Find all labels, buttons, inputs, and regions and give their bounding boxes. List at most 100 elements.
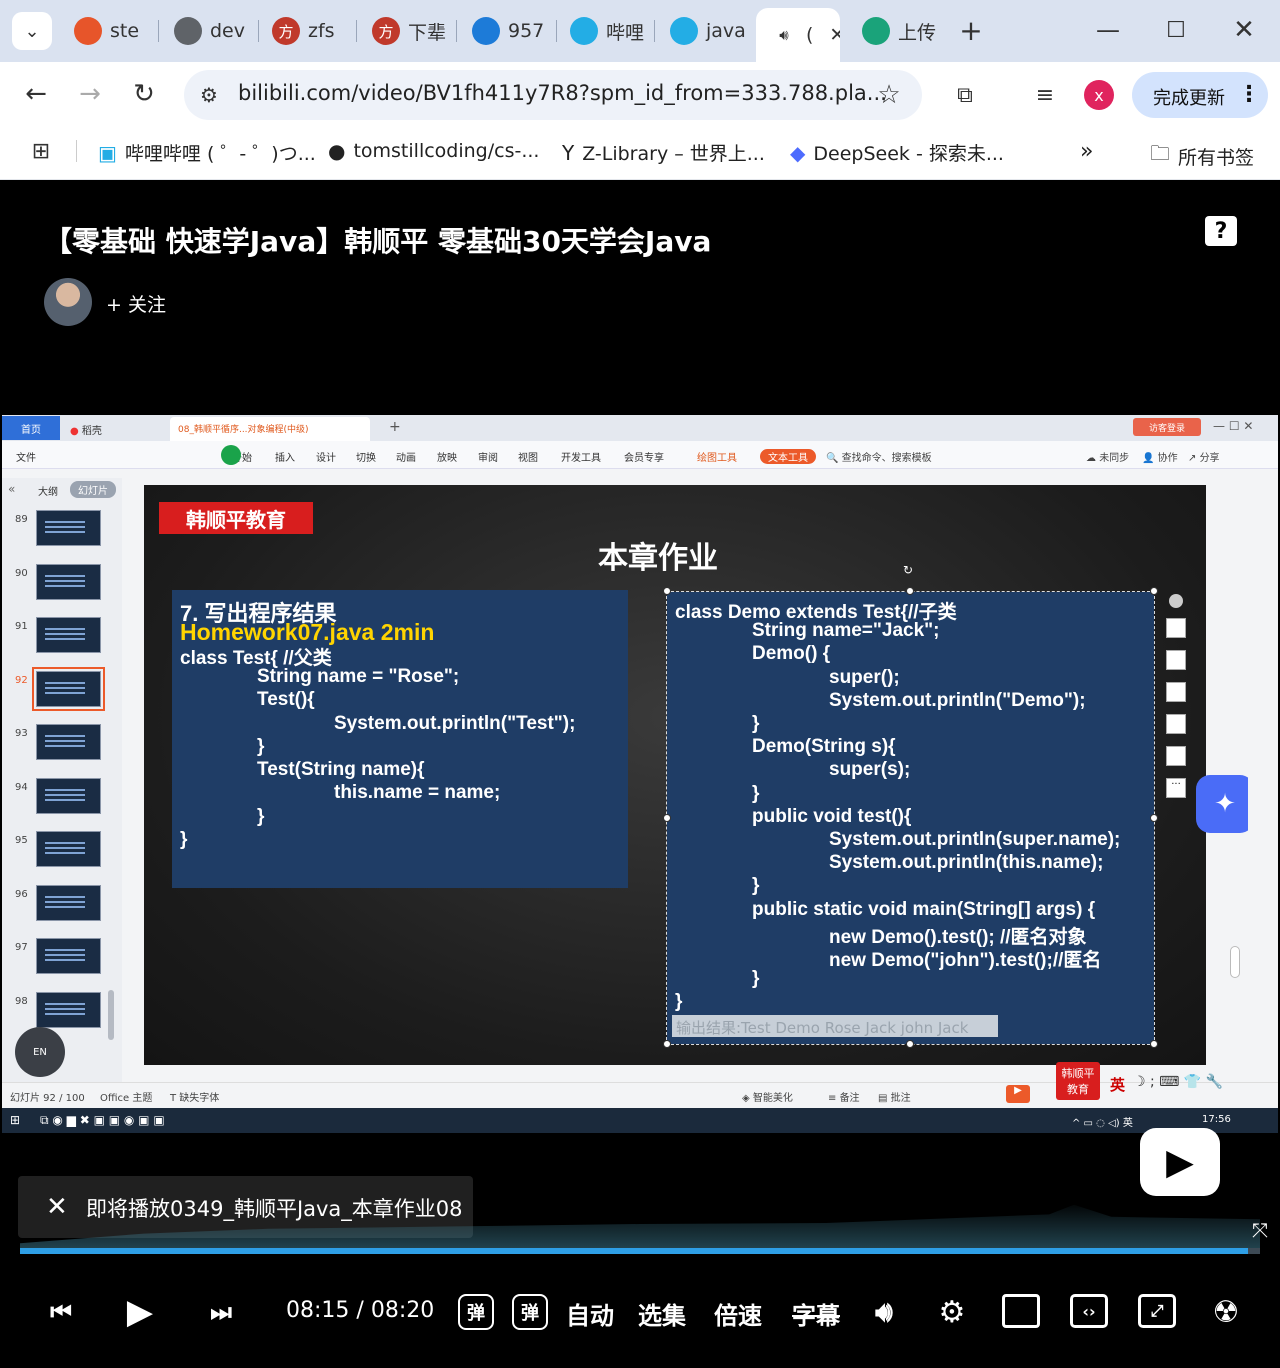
wps-window-controls[interactable]: — ☐ ✕ bbox=[1213, 419, 1253, 433]
resize-handle[interactable] bbox=[906, 587, 914, 595]
speed-button[interactable]: 倍速 bbox=[714, 1296, 762, 1331]
minus-icon[interactable] bbox=[1169, 594, 1183, 608]
episodes-button[interactable]: 选集 bbox=[638, 1296, 686, 1331]
taskbar-apps[interactable]: ⧉ ◉ ▆ ✖ ▣ ▣ ◉ ▣ ▣ bbox=[40, 1113, 165, 1128]
wps-menu-item[interactable]: 设计 bbox=[316, 449, 336, 464]
windows-start-icon[interactable]: ⊞ bbox=[10, 1113, 20, 1127]
rotate-handle-icon[interactable]: ↻ bbox=[903, 563, 913, 577]
bookmark-star-icon[interactable]: ☆ bbox=[874, 80, 904, 110]
volume-icon[interactable]: 🔊︎ bbox=[866, 1292, 902, 1332]
new-tab-button[interactable]: + bbox=[955, 14, 987, 47]
ai-assistant-icon[interactable]: ✦ bbox=[1196, 775, 1254, 833]
wps-menu-item[interactable]: 放映 bbox=[437, 449, 457, 464]
close-tab-icon[interactable]: ✕ bbox=[829, 24, 840, 46]
browser-tab[interactable]: 上传 bbox=[848, 10, 944, 52]
wps-menu-item[interactable]: 插入 bbox=[275, 449, 295, 464]
resize-handle[interactable] bbox=[1150, 814, 1158, 822]
minimize-button[interactable]: — bbox=[1092, 14, 1124, 46]
picture-in-picture-icon[interactable] bbox=[1002, 1294, 1040, 1328]
browser-tab[interactable]: 方 zfs bbox=[258, 10, 354, 52]
bookmark-bilibili[interactable]: ▣ 哔哩哔哩 ( ゜- ゜)つ... bbox=[98, 139, 316, 166]
browser-tab[interactable]: ste bbox=[60, 10, 156, 52]
widescreen-icon[interactable]: ‹› bbox=[1070, 1294, 1108, 1328]
fullscreen-icon[interactable]: ☢ bbox=[1206, 1292, 1246, 1332]
maximize-button[interactable]: ☐ bbox=[1160, 14, 1192, 46]
wps-menu-item[interactable]: 开发工具 bbox=[561, 449, 601, 464]
bookmark-zlibrary[interactable]: Y Z-Library – 世界上... bbox=[562, 139, 765, 166]
close-up-next-icon[interactable]: ✕ bbox=[46, 1192, 68, 1222]
bulb-icon[interactable] bbox=[1166, 746, 1186, 766]
bookmark-github[interactable]: ● tomstillcoding/cs-... bbox=[328, 139, 539, 163]
resize-handle[interactable] bbox=[906, 1040, 914, 1048]
progress-thumb-icon[interactable]: ⤧ bbox=[1252, 1218, 1268, 1242]
ime-language[interactable]: 英 bbox=[1110, 1074, 1125, 1095]
wps-share[interactable]: ↗ 分享 bbox=[1188, 449, 1220, 464]
layers-icon[interactable] bbox=[1166, 618, 1186, 638]
slide-scrollbar[interactable] bbox=[1230, 946, 1240, 978]
resize-handle[interactable] bbox=[1150, 1040, 1158, 1048]
wps-menu-item[interactable]: 审阅 bbox=[478, 449, 498, 464]
wps-menu-item[interactable]: 会员专享 bbox=[624, 449, 664, 464]
settings-gear-icon[interactable]: ⚙ bbox=[934, 1292, 970, 1332]
missing-font[interactable]: T 缺失字体 bbox=[170, 1089, 219, 1104]
system-tray[interactable]: ^ ▭ ◌ ◁) 英 bbox=[1072, 1114, 1133, 1129]
answer-text[interactable]: 输出结果:Test Demo Rose Jack john Jack bbox=[676, 1017, 968, 1038]
site-info-icon[interactable]: ⚙ bbox=[194, 80, 224, 110]
more-bookmarks-button[interactable]: » bbox=[1080, 139, 1093, 164]
beautify-button[interactable]: ◈ 智能美化 bbox=[742, 1089, 793, 1104]
pen-icon[interactable] bbox=[1166, 650, 1186, 670]
danmaku-settings-icon[interactable]: 弹 bbox=[512, 1294, 548, 1330]
play-icon[interactable]: ▶ bbox=[118, 1290, 162, 1334]
tab-search-dropdown[interactable]: ⌄ bbox=[12, 12, 52, 50]
slide-thumbnail[interactable] bbox=[36, 991, 101, 1028]
slide-thumbnail[interactable] bbox=[36, 510, 101, 546]
browser-tab[interactable]: 957 bbox=[458, 10, 554, 52]
wps-menu-item[interactable]: 动画 bbox=[396, 449, 416, 464]
wps-collab[interactable]: 👤 协作 bbox=[1142, 449, 1178, 464]
slide-thumbnail[interactable] bbox=[36, 617, 101, 653]
media-control-icon[interactable]: ≡ bbox=[1030, 80, 1060, 110]
browser-tab[interactable]: dev bbox=[160, 10, 256, 52]
follow-button[interactable]: + 关注 bbox=[106, 290, 166, 317]
resize-handle[interactable] bbox=[663, 814, 671, 822]
slides-tab[interactable]: 幻灯片 bbox=[70, 481, 116, 498]
fill-icon[interactable] bbox=[1166, 682, 1186, 702]
next-icon[interactable]: ⏭ bbox=[204, 1292, 238, 1332]
menu-kebab-icon[interactable]: ⋮ bbox=[1238, 82, 1260, 107]
collapse-panel-icon[interactable]: « bbox=[8, 482, 15, 496]
slide-thumbnail[interactable] bbox=[36, 563, 101, 600]
danmaku-toggle-icon[interactable]: 弹 bbox=[458, 1294, 494, 1330]
wps-menu-item[interactable]: 切换 bbox=[356, 449, 376, 464]
resize-handle[interactable] bbox=[1150, 587, 1158, 595]
slide-thumbnail[interactable] bbox=[36, 724, 101, 760]
outline-tab[interactable]: 大纲 bbox=[38, 483, 58, 498]
slide-thumbnail[interactable] bbox=[32, 666, 105, 711]
slide-thumbnail[interactable] bbox=[36, 777, 101, 814]
more-icon[interactable]: ··· bbox=[1166, 778, 1186, 798]
help-icon[interactable]: ? bbox=[1205, 216, 1237, 246]
browser-tab[interactable]: 哔哩 bbox=[556, 10, 652, 52]
browser-tab[interactable]: 方下辈 bbox=[358, 10, 454, 52]
all-bookmarks-button[interactable]: 🗀 所有书签 bbox=[1150, 139, 1254, 173]
wps-search[interactable]: 🔍 查找命令、搜索模板 bbox=[826, 449, 932, 464]
wps-menu-item[interactable]: 绘图工具 bbox=[697, 449, 737, 464]
autoplay-button[interactable]: 自动 bbox=[566, 1296, 614, 1331]
slide-thumbnail[interactable] bbox=[36, 884, 101, 921]
slide-thumbnail[interactable] bbox=[36, 938, 101, 974]
apps-grid-icon[interactable]: ⊞ bbox=[28, 138, 54, 164]
play-slideshow-icon[interactable]: ▶ bbox=[1006, 1085, 1030, 1103]
extensions-icon[interactable]: ⧉ bbox=[950, 80, 980, 110]
wps-new-tab-icon[interactable]: + bbox=[389, 419, 401, 435]
wps-menu-item[interactable]: 文件 bbox=[16, 449, 36, 464]
wps-login-button[interactable]: 访客登录 bbox=[1133, 418, 1201, 436]
comments-button[interactable]: ▤ 批注 bbox=[878, 1089, 911, 1104]
browser-tab[interactable]: 🔊︎ (✕ bbox=[756, 8, 840, 62]
slide-thumbnail[interactable] bbox=[36, 831, 101, 867]
close-window-button[interactable]: ✕ bbox=[1228, 14, 1260, 46]
profile-avatar[interactable]: x bbox=[1084, 80, 1114, 110]
bookmark-deepseek[interactable]: ◆ DeepSeek - 探索未... bbox=[790, 139, 1004, 166]
resize-handle[interactable] bbox=[663, 587, 671, 595]
forward-arrow-icon[interactable]: → bbox=[74, 78, 106, 110]
previous-icon[interactable]: ⏮ bbox=[44, 1292, 78, 1332]
uploader-avatar[interactable] bbox=[44, 278, 92, 326]
